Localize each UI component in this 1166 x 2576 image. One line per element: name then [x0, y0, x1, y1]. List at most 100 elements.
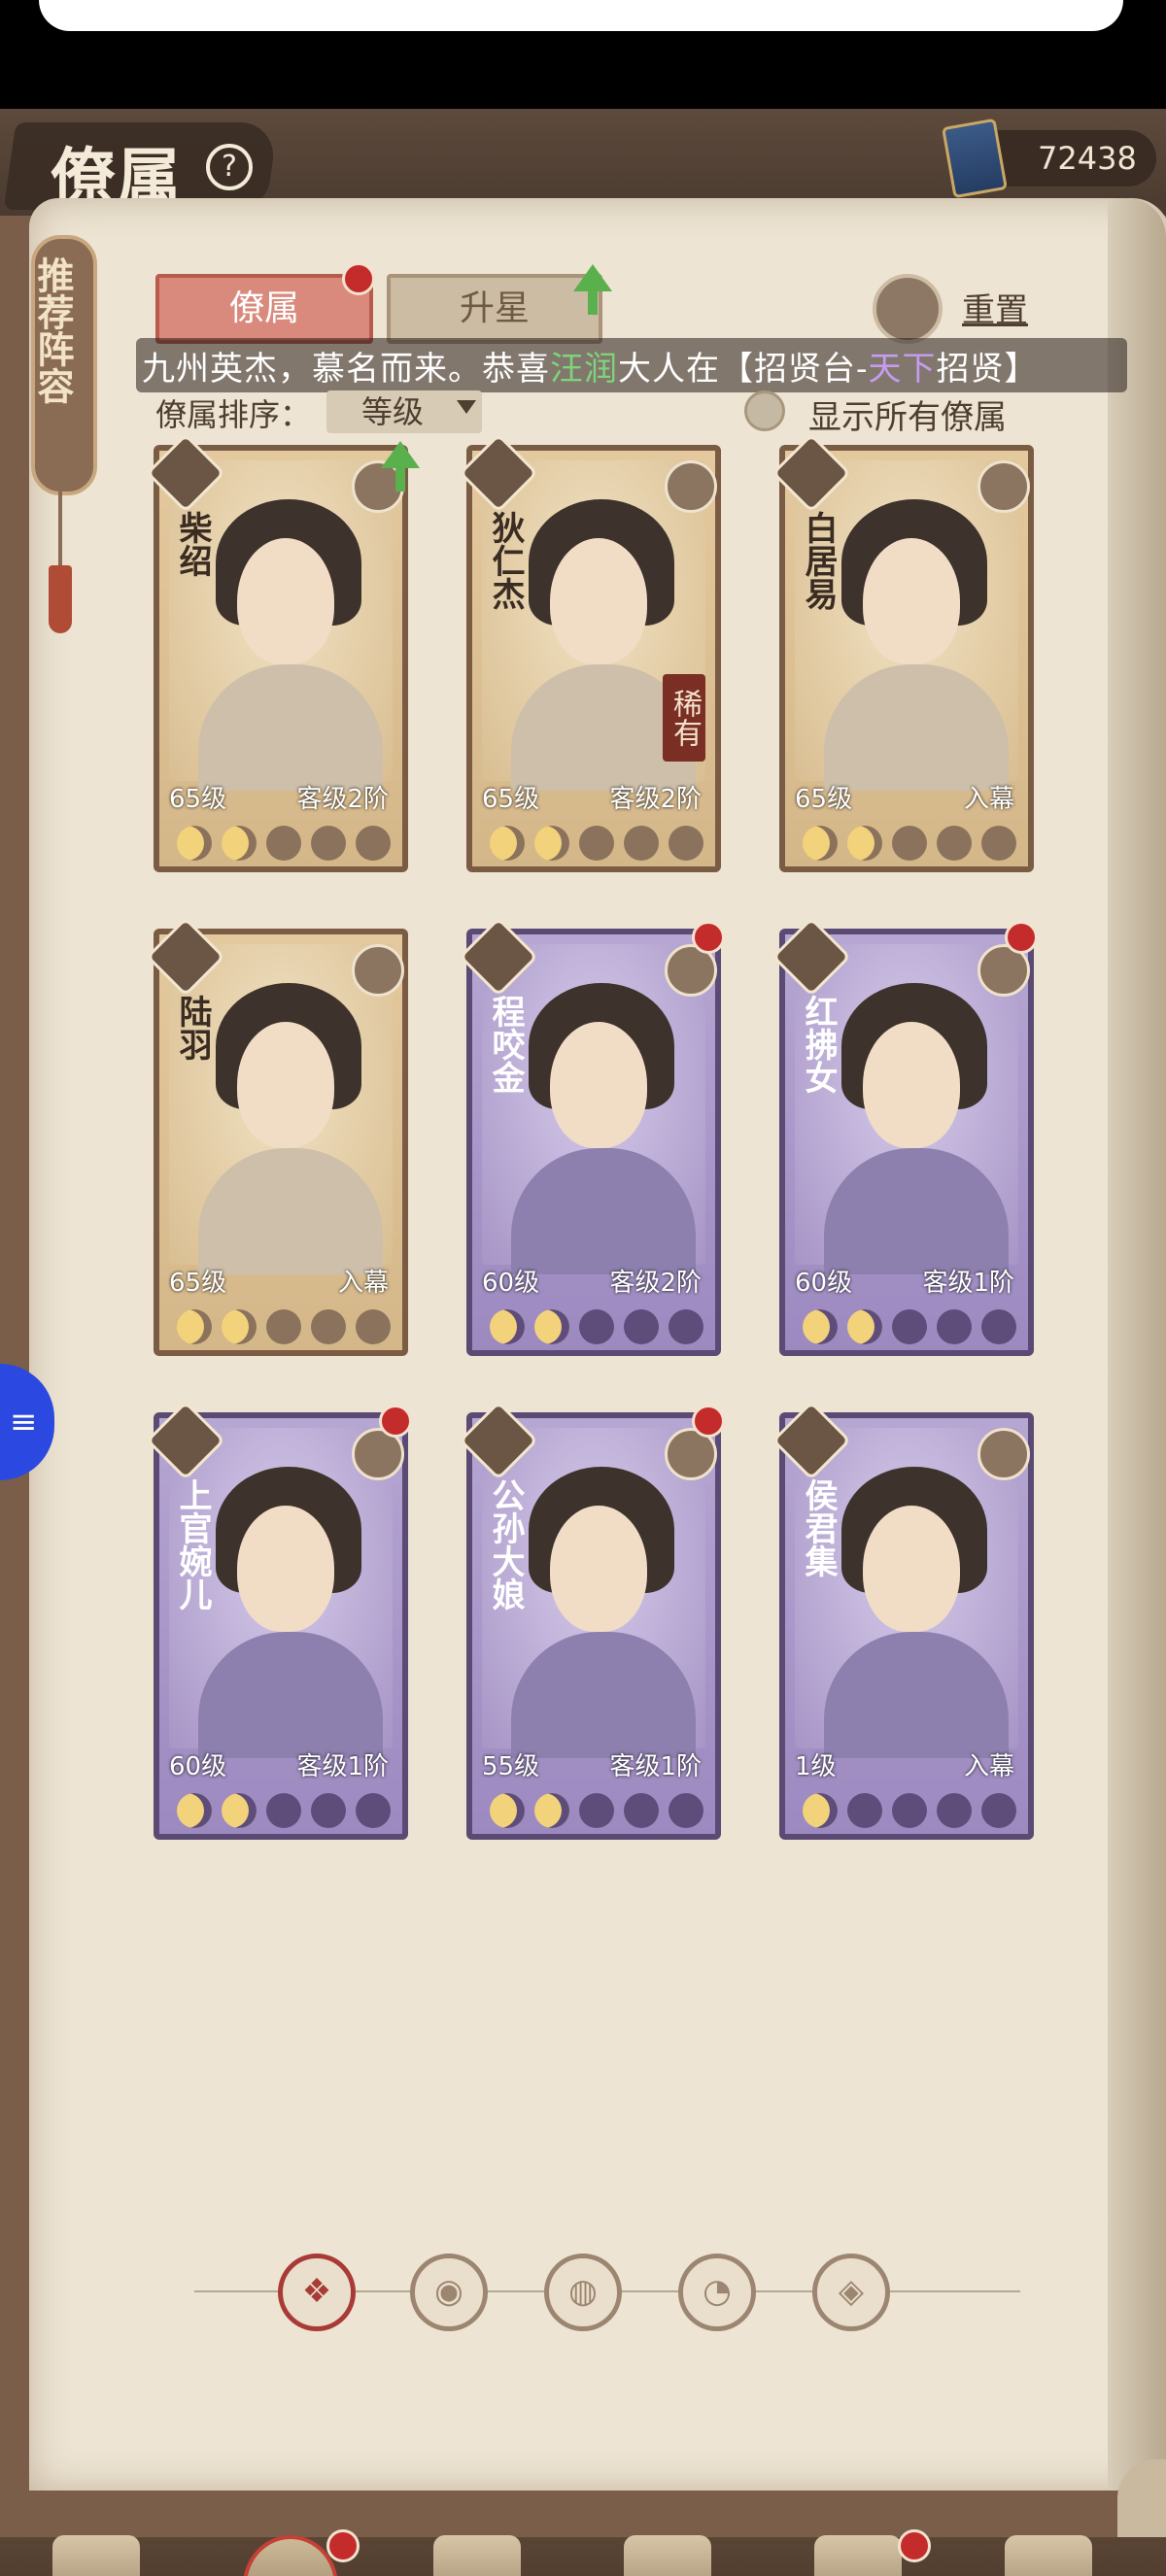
moon-star-filled-icon [222, 1793, 257, 1828]
moon-star-empty-icon [266, 1793, 301, 1828]
portrait-robe [511, 1632, 696, 1758]
moon-star-empty-icon [892, 1309, 927, 1344]
currency-value: 72438 [1038, 140, 1137, 177]
portrait-face [863, 1022, 960, 1148]
announcement-part2: 大人在【招贤台- [618, 350, 869, 389]
nav-item[interactable]: 州 [585, 2535, 750, 2576]
moon-star-filled-icon [177, 1793, 212, 1828]
nav-item[interactable]: 城郊 [775, 2529, 941, 2576]
moon-star-empty-icon [847, 1793, 882, 1828]
app-root: 僚属 ? 72438 推荐阵容 僚属 升星 重置 九州英杰，慕名而来。恭喜汪润大… [0, 109, 1166, 2576]
tab-servants-alert-dot [342, 262, 375, 295]
moon-star-empty-icon [356, 1793, 391, 1828]
reset-button[interactable]: 重置 [962, 284, 1028, 331]
card-alert-dot [1005, 921, 1038, 954]
portrait-face [237, 1022, 334, 1148]
star-slots [480, 1791, 709, 1830]
nav-item[interactable]: 僚属 [204, 2529, 369, 2576]
portrait-robe [511, 1148, 696, 1274]
servant-card[interactable]: 红拂女 60级 客级1阶 [771, 916, 1038, 1356]
servant-level: 60级 [169, 1752, 227, 1781]
star-up-arrow-stem [588, 289, 598, 315]
moon-star-empty-icon [937, 826, 972, 861]
servant-card[interactable]: 公孙大娘 55级 客级1阶 [458, 1400, 725, 1840]
servant-level: 65级 [169, 785, 227, 814]
servant-portrait [795, 460, 1018, 791]
show-all-label: 显示所有僚属 [808, 398, 1007, 437]
upgrade-arrow-icon [381, 441, 420, 468]
moon-star-filled-icon [803, 1309, 838, 1344]
moon-star-filled-icon [534, 1793, 569, 1828]
nav-item[interactable]: 政务 [394, 2535, 560, 2576]
moon-star-empty-icon [937, 1793, 972, 1828]
servant-rank: 客级1阶 [296, 1752, 389, 1781]
portrait-robe [198, 1632, 383, 1758]
type-badge-icon [352, 944, 404, 997]
moon-star-empty-icon [624, 1309, 659, 1344]
servant-rank: 客级1阶 [922, 1269, 1014, 1298]
moon-star-filled-icon [177, 826, 212, 861]
tab-star-up[interactable]: 升星 [387, 274, 602, 344]
servant-rank: 入幕 [963, 785, 1014, 814]
nav-item[interactable]: 九州 [966, 2535, 1131, 2576]
portrait-face [550, 538, 647, 664]
star-slots [167, 1791, 396, 1830]
servant-portrait [795, 1428, 1018, 1758]
servant-name: 柴绍 [173, 511, 212, 577]
status-bar [0, 0, 1166, 109]
status-pill [39, 0, 1123, 31]
nav-building-icon [433, 2535, 521, 2576]
nav-building-icon [1005, 2535, 1092, 2576]
servant-rank: 客级2阶 [609, 785, 702, 814]
moon-star-empty-icon [981, 1793, 1016, 1828]
nav-building-icon [52, 2535, 140, 2576]
servant-level: 65级 [795, 785, 853, 814]
help-icon[interactable]: ? [206, 144, 253, 190]
portrait-face [550, 1506, 647, 1632]
type-badge-icon [977, 460, 1030, 513]
servant-card[interactable]: 狄仁杰 稀有 65级 客级2阶 [458, 432, 721, 872]
servant-card[interactable]: 程咬金 60级 客级2阶 [458, 916, 725, 1356]
chevron-down-icon [457, 400, 476, 414]
filter-faction-d-icon[interactable]: ◈ [812, 2254, 890, 2331]
moon-star-empty-icon [311, 1309, 346, 1344]
moon-star-filled-icon [803, 826, 838, 861]
star-slots [793, 824, 1022, 863]
servant-portrait [169, 460, 393, 791]
star-up-arrow-icon [573, 264, 612, 291]
servant-rank: 客级2阶 [296, 785, 389, 814]
filter-faction-b-icon[interactable]: ◍ [544, 2254, 622, 2331]
servant-level: 65级 [169, 1269, 227, 1298]
servant-card[interactable]: 侯君集 1级 入幕 [771, 1400, 1034, 1840]
servant-card[interactable]: 柴绍 65级 客级2阶 [145, 432, 420, 872]
nav-building-icon [624, 2535, 711, 2576]
servant-portrait [482, 944, 705, 1274]
show-all-checkbox[interactable] [744, 390, 785, 431]
filter-faction-a-icon[interactable]: ◉ [410, 2254, 488, 2331]
tab-servants[interactable]: 僚属 [155, 274, 373, 344]
servant-card[interactable]: 上官婉儿 60级 客级1阶 [145, 1400, 412, 1840]
reset-icon[interactable] [873, 274, 943, 344]
moon-star-empty-icon [937, 1309, 972, 1344]
star-slots [793, 1791, 1022, 1830]
servant-card[interactable]: 白居易 65级 入幕 [771, 432, 1034, 872]
filter-all-icon[interactable]: ❖ [278, 2254, 356, 2331]
servant-rank: 客级1阶 [609, 1752, 702, 1781]
moon-star-empty-icon [669, 1793, 703, 1828]
nav-item[interactable]: 县邑 [14, 2535, 179, 2576]
servant-name: 侯君集 [799, 1478, 838, 1577]
servant-name: 公孙大娘 [486, 1478, 525, 1610]
filter-faction-c-icon[interactable]: ◔ [678, 2254, 756, 2331]
servant-level: 1级 [795, 1752, 837, 1781]
servant-card[interactable]: 陆羽 65级 入幕 [145, 916, 408, 1356]
moon-star-empty-icon [892, 826, 927, 861]
portrait-face [237, 538, 334, 664]
nav-building-icon [243, 2535, 338, 2576]
moon-star-filled-icon [490, 826, 525, 861]
card-alert-dot [692, 1405, 725, 1438]
moon-star-filled-icon [490, 1793, 525, 1828]
portrait-face [237, 1506, 334, 1632]
moon-star-empty-icon [311, 1793, 346, 1828]
rare-tag: 稀有 [663, 674, 705, 762]
servant-name: 陆羽 [173, 995, 212, 1061]
